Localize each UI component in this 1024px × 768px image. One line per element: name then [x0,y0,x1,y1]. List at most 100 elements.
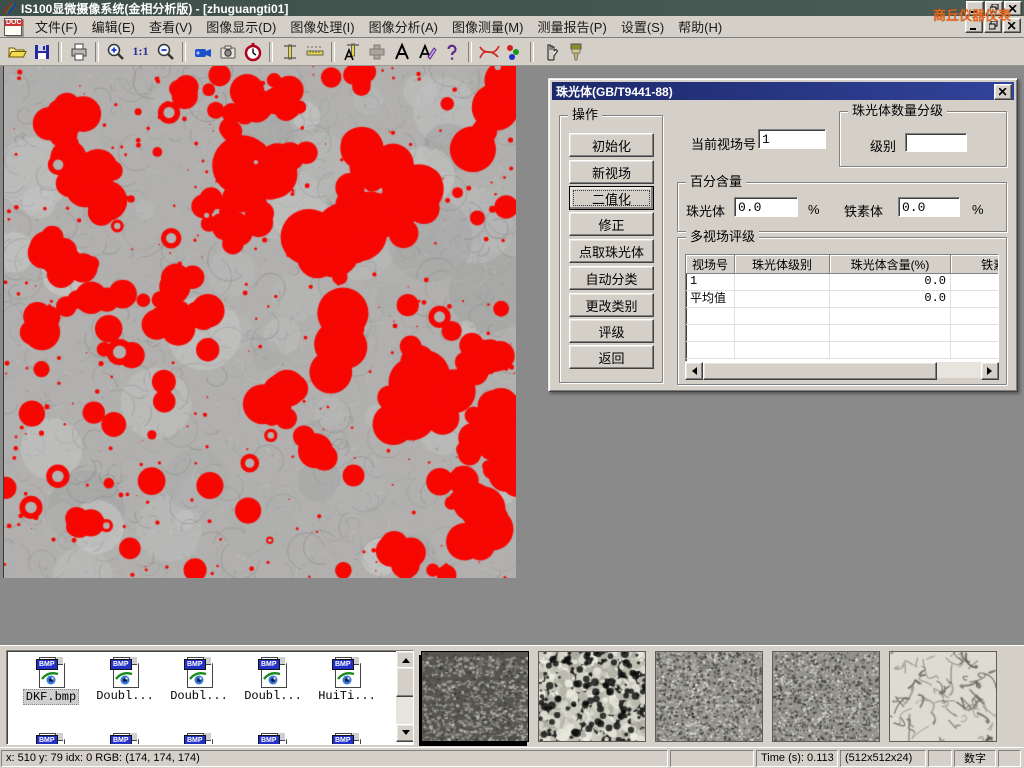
level-input[interactable] [905,133,967,152]
multifield-group: 多视场评级 视场号 珠光体级别 珠光体含量(%) 铁素体含量(%) 1 0.0 … [677,237,1007,385]
dialog-titlebar[interactable]: 珠光体(GB/T9441-88) [552,82,1014,100]
print-button[interactable] [66,40,91,64]
bmp-file-icon: BMP [184,657,214,687]
menu-view[interactable]: 查看(V) [142,15,199,38]
file-list-scrollbar[interactable] [396,651,413,742]
current-field-input[interactable] [758,129,826,149]
file-item[interactable]: BMP HuiTi... [311,657,383,703]
return-button[interactable]: 返回 [569,345,654,369]
table-row[interactable]: 1 0.0 [686,274,998,291]
printer-icon [69,42,89,62]
brush-button[interactable] [563,40,588,64]
toolbar-separator [331,42,335,62]
menu-image-processing[interactable]: 图像处理(I) [283,15,361,38]
text-button[interactable] [389,40,414,64]
change-class-button[interactable]: 更改类别 [569,293,654,317]
file-name: Doubl... [242,689,304,703]
time-status: Time (s): 0.113 [756,750,838,767]
file-name: Doubl... [94,689,156,703]
rgb-points-button[interactable] [501,40,526,64]
pearlite-percent-input[interactable] [734,197,798,217]
dialog-close-button[interactable] [994,84,1012,100]
file-item[interactable]: BMP Doubl... [163,657,235,703]
toolbar-separator [95,42,99,62]
file-item[interactable]: BMP [15,733,87,745]
actual-size-button[interactable]: 1:1 [128,40,153,64]
table-row-empty [686,325,998,342]
measure-text-button[interactable] [339,40,364,64]
menu-image-analysis[interactable]: 图像分析(A) [362,15,445,38]
bmp-file-icon: BMP [36,657,66,687]
annotate-button[interactable] [414,40,439,64]
auto-classify-button[interactable]: 自动分类 [569,266,654,290]
percent-group-title: 百分含量 [686,175,746,189]
preview-eye-icon [263,670,283,686]
ferrite-percent-input[interactable] [898,197,960,217]
save-button[interactable] [29,40,54,64]
thumbnail-4[interactable] [772,651,880,742]
zoom-in-button[interactable] [103,40,128,64]
zoom-in-icon [106,42,126,62]
menu-edit[interactable]: 编辑(E) [85,15,142,38]
file-item[interactable]: BMP Doubl... [237,657,309,703]
multifield-group-title: 多视场评级 [686,230,759,244]
toolbar-separator [269,42,273,62]
menu-settings[interactable]: 设置(S) [614,15,671,38]
thumbnail-2[interactable] [538,651,646,742]
menu-image-measure[interactable]: 图像测量(M) [445,15,531,38]
correct-button[interactable]: 修正 [569,212,654,236]
table-row[interactable]: 平均值 0.0 [686,291,998,308]
table-horizontal-scrollbar[interactable] [685,362,999,378]
file-item[interactable]: BMP [311,733,383,745]
ruler-button[interactable] [302,40,327,64]
pick-pearlite-button[interactable]: 点取珠光体 [569,239,654,263]
col-field-number: 视场号 [686,255,735,274]
micrograph-image[interactable] [3,66,516,578]
capture-button[interactable] [215,40,240,64]
file-item[interactable]: BMP [163,733,235,745]
scroll-left-button[interactable] [685,362,703,380]
file-item[interactable]: BMP [237,733,309,745]
initialize-button[interactable]: 初始化 [569,133,654,157]
help-button[interactable] [439,40,464,64]
merge-button[interactable] [364,40,389,64]
curve-button[interactable] [476,40,501,64]
col-pearlite-level: 珠光体级别 [735,255,830,274]
video-button[interactable] [190,40,215,64]
menu-file[interactable]: 文件(F) [28,15,85,38]
level-label: 级别 [870,136,896,155]
file-item[interactable]: BMP Doubl... [89,657,161,703]
thumbnail-3[interactable] [655,651,763,742]
file-item[interactable]: BMP [89,733,161,745]
preview-eye-icon [115,670,135,686]
file-name: DKF.bmp [23,689,79,705]
open-button[interactable] [4,40,29,64]
thumbnail-5[interactable] [889,651,997,742]
new-field-button[interactable]: 新视场 [569,160,654,184]
binarize-button[interactable]: 二值化 [569,186,654,210]
menu-image-display[interactable]: 图像显示(D) [199,15,283,38]
caliper-button[interactable] [277,40,302,64]
document-icon[interactable]: DOC [4,18,22,36]
grading-table[interactable]: 视场号 珠光体级别 珠光体含量(%) 铁素体含量(%) 1 0.0 平均值 0.… [685,254,999,362]
hand-button[interactable] [538,40,563,64]
app-icon [3,1,17,15]
thumbnail-1[interactable] [421,651,529,742]
grading-group: 珠光体数量分级 级别 [839,111,1007,167]
file-item[interactable]: BMP DKF.bmp [15,657,87,705]
menu-measure-report[interactable]: 测量报告(P) [530,15,613,38]
horizontal-ruler-icon [305,42,325,62]
scrollbar-thumb[interactable] [396,667,414,697]
toolbar-separator [530,42,534,62]
toolbar-separator [468,42,472,62]
timer-button[interactable] [240,40,265,64]
scroll-down-button[interactable] [396,724,414,742]
menu-help[interactable]: 帮助(H) [671,15,729,38]
zoom-out-button[interactable] [153,40,178,64]
table-row-empty [686,342,998,359]
status-panel-empty [928,750,952,767]
scrollbar-thumb[interactable] [703,362,937,380]
scroll-right-button[interactable] [981,362,999,380]
bmp-file-icon: BMP [258,657,288,687]
grade-button[interactable]: 评级 [569,319,654,343]
